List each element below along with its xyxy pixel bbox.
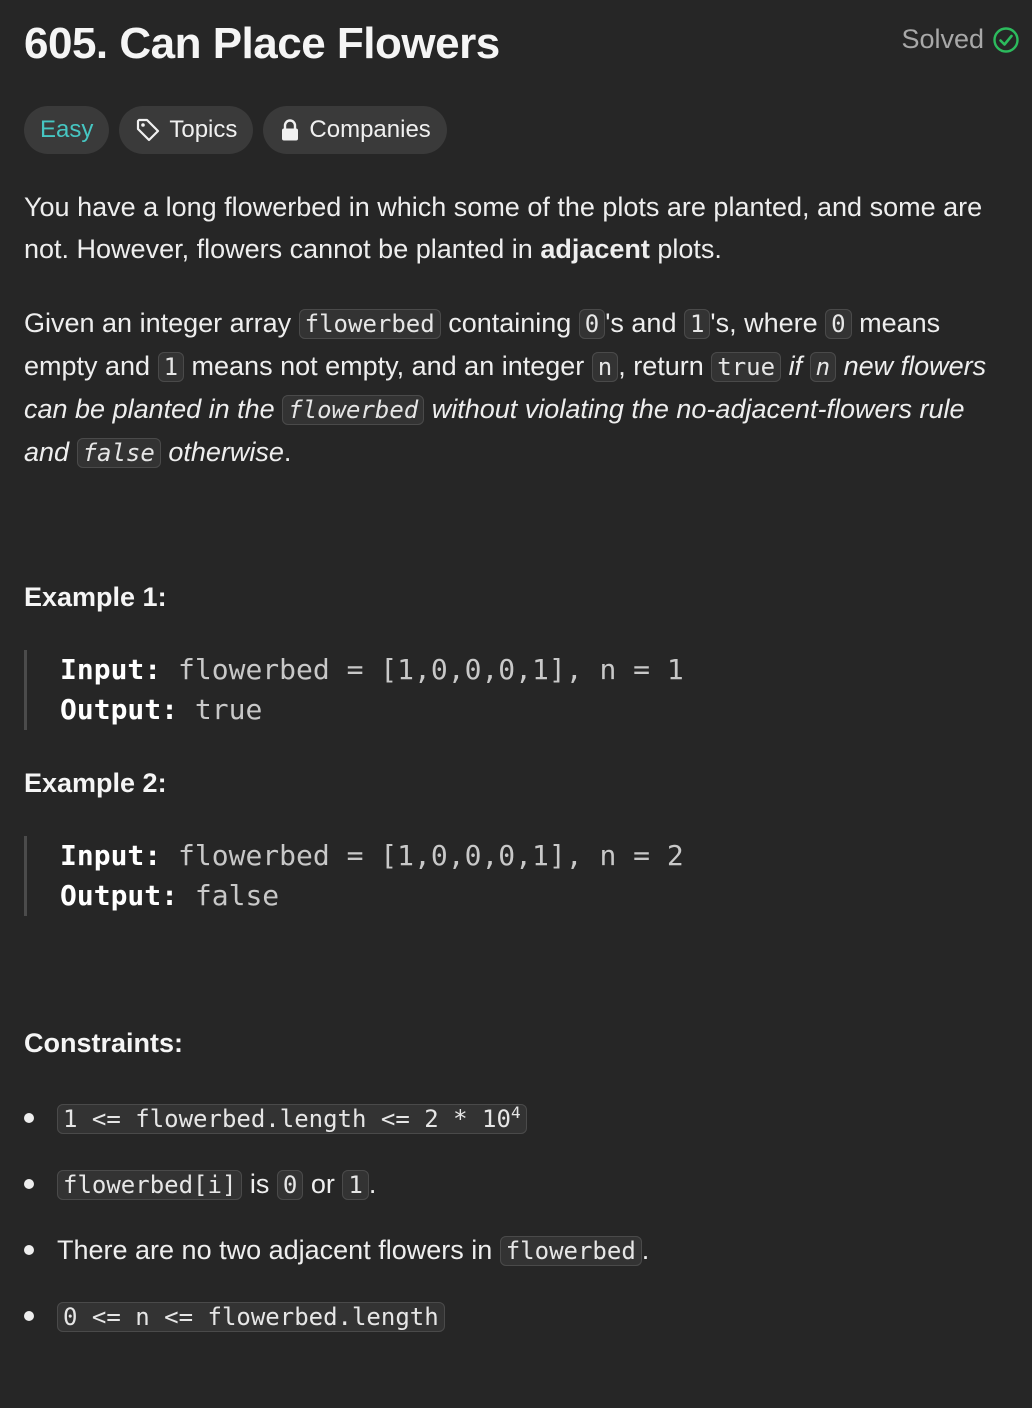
inline-code: 1 <= flowerbed.length <= 2 * 104 (57, 1104, 527, 1134)
description-paragraph-1: You have a long flowerbed in which some … (24, 192, 983, 264)
inline-code: flowerbed[i] (57, 1170, 243, 1200)
inline-code: n (809, 352, 837, 382)
constraint-item: There are no two adjacent flowers in flo… (24, 1230, 649, 1270)
inline-code: flowerbed (298, 309, 441, 339)
inline-code: false (76, 438, 161, 468)
input-label: Input: (60, 839, 162, 872)
difficulty-badge[interactable]: Easy (24, 106, 110, 154)
inline-code: 1 (683, 309, 711, 339)
solved-status: Solved (901, 24, 1020, 55)
inline-code: 1 (342, 1170, 369, 1200)
lock-icon (279, 118, 301, 142)
constraints-heading: Constraints: (24, 1028, 184, 1058)
constraints-list: 1 <= flowerbed.length <= 2 * 104 flowerb… (24, 1098, 649, 1362)
companies-label: Companies (309, 116, 431, 143)
companies-button[interactable]: Companies (263, 106, 447, 154)
topics-label: Topics (169, 116, 238, 143)
example-1-heading: Example 1: (24, 582, 167, 612)
problem-title: 605. Can Place Flowers (24, 19, 500, 68)
input-label: Input: (60, 653, 162, 686)
example-2-heading: Example 2: (24, 768, 167, 798)
inline-code: 1 (157, 352, 185, 382)
inline-code: 0 (578, 309, 606, 339)
output-value: true (194, 693, 263, 726)
inline-code: 0 <= n <= flowerbed.length (57, 1302, 445, 1332)
example-2-block: Input: flowerbed = [1,0,0,0,1], n = 2 Ou… (24, 836, 960, 916)
input-value: flowerbed = [1,0,0,0,1], n = 2 (178, 839, 684, 872)
output-label: Output: (60, 693, 179, 726)
constraint-item: flowerbed[i] is 0 or 1. (24, 1164, 649, 1204)
tag-icon (135, 117, 161, 143)
tag-bar: Easy Topics Companies (24, 106, 447, 154)
check-circle-icon (992, 26, 1020, 54)
example-1-block: Input: flowerbed = [1,0,0,0,1], n = 1 Ou… (24, 650, 960, 730)
topics-button[interactable]: Topics (119, 106, 254, 154)
inline-code: flowerbed (282, 395, 425, 425)
inline-code: true (711, 352, 782, 382)
solved-label: Solved (901, 24, 984, 54)
output-label: Output: (60, 879, 179, 912)
adjacent-emphasis: adjacent (540, 234, 650, 264)
inline-code: flowerbed (499, 1236, 642, 1266)
inline-code: n (591, 352, 619, 382)
inline-code: 0 (825, 309, 852, 339)
output-value: false (194, 879, 280, 912)
constraint-item: 1 <= flowerbed.length <= 2 * 104 (24, 1098, 649, 1138)
input-value: flowerbed = [1,0,0,0,1], n = 1 (178, 653, 684, 686)
description-paragraph-2: Given an integer array flowerbed contain… (24, 308, 987, 468)
problem-description: You have a long flowerbed in which some … (24, 186, 1014, 506)
inline-code: 0 (276, 1170, 304, 1200)
constraint-item: 0 <= n <= flowerbed.length (24, 1296, 649, 1336)
